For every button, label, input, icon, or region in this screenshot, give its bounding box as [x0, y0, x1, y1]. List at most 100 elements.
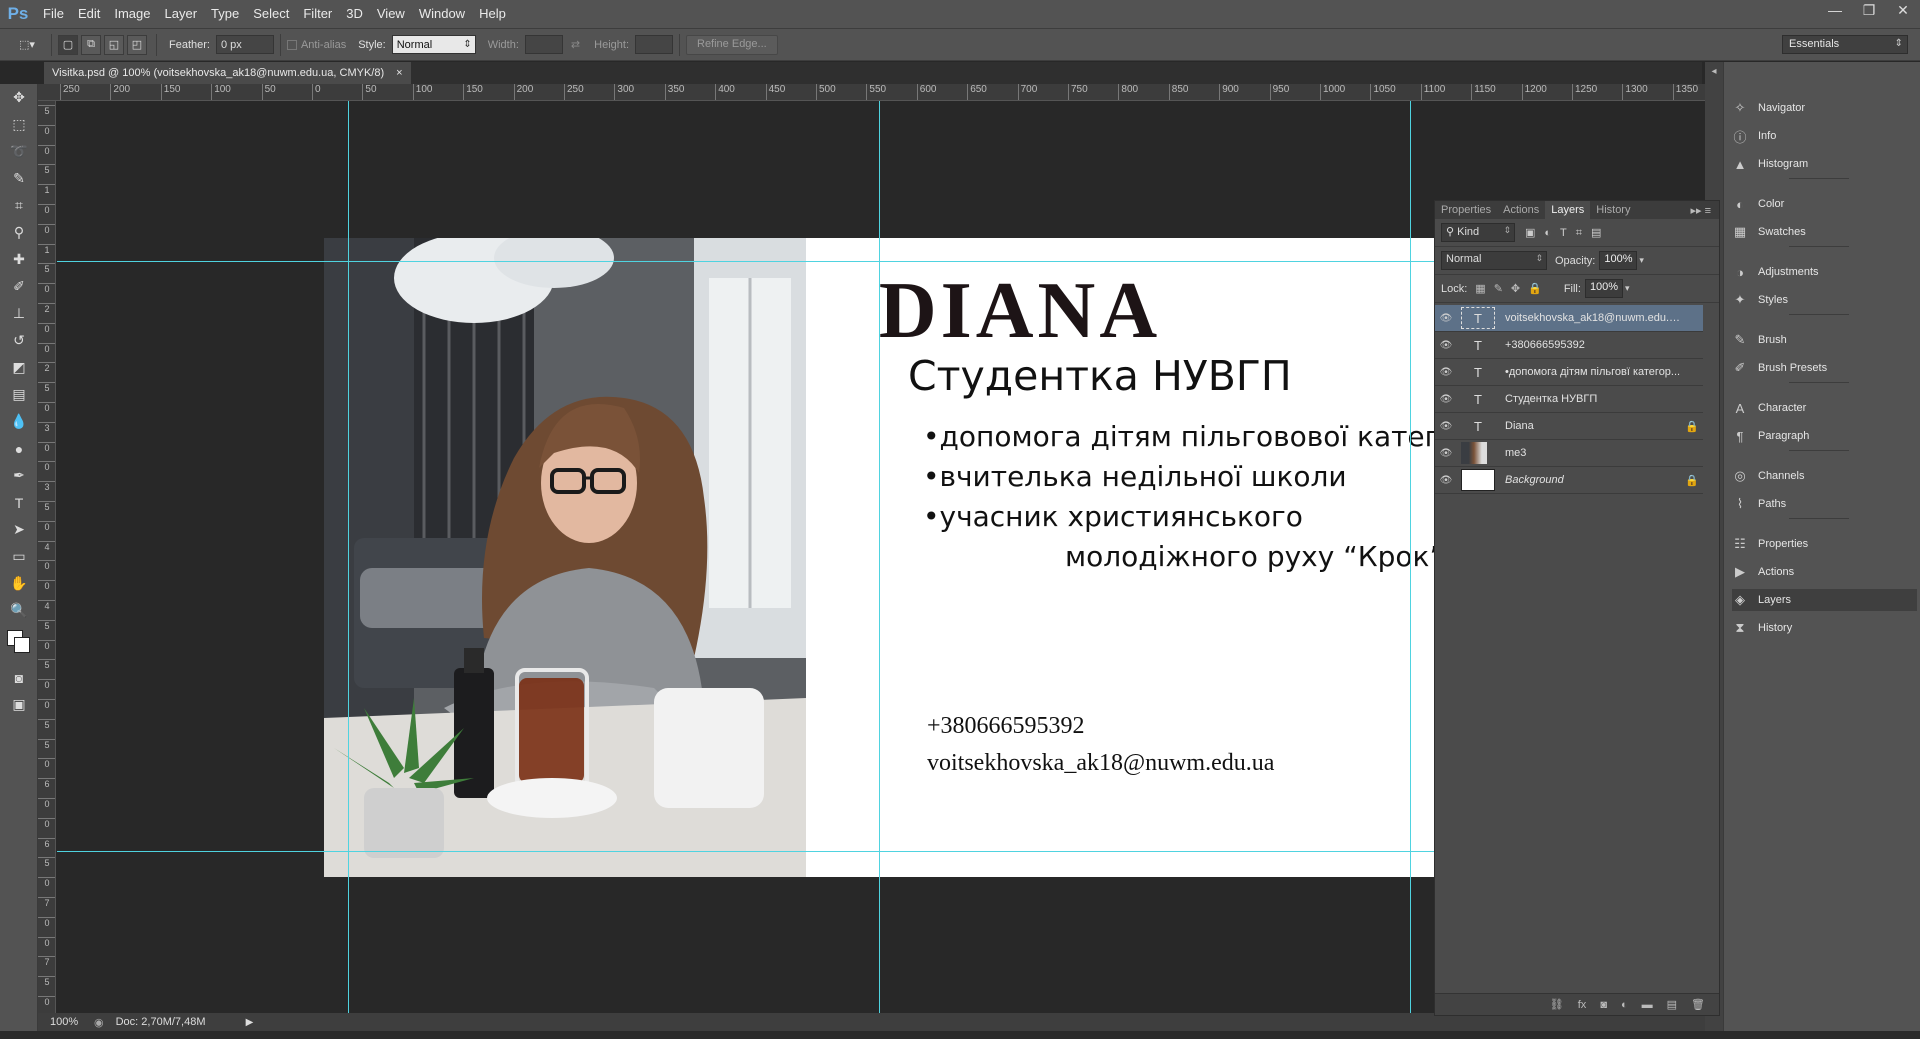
- dock-panel-histogram[interactable]: ▲ Histogram: [1732, 153, 1917, 175]
- dock-panel-brush[interactable]: ✎ Brush: [1732, 329, 1917, 351]
- panel-menu-icon[interactable]: ▸▸ ≡: [1690, 204, 1719, 217]
- zoom-icon[interactable]: 🔍: [0, 597, 38, 624]
- minimize-button[interactable]: —: [1818, 0, 1852, 20]
- status-info-icon[interactable]: ◉: [94, 1016, 104, 1029]
- menu-edit[interactable]: Edit: [71, 0, 107, 28]
- pen-icon[interactable]: ✒: [0, 462, 38, 489]
- dock-panel-color[interactable]: ◐ Color: [1732, 193, 1917, 215]
- add-mask-icon[interactable]: ◙: [1600, 999, 1607, 1011]
- lock-options-icons[interactable]: ▦✎✥🔒: [1475, 282, 1550, 295]
- height-input[interactable]: [635, 35, 673, 54]
- visibility-eye-icon[interactable]: 👁: [1435, 475, 1457, 486]
- guide-vertical[interactable]: [348, 101, 349, 1016]
- healing-brush-icon[interactable]: ✚: [0, 246, 38, 273]
- menu-file[interactable]: File: [36, 0, 71, 28]
- style-select[interactable]: Normal: [391, 35, 476, 54]
- intersect-selection-icon[interactable]: ◰: [127, 34, 147, 55]
- hand-icon[interactable]: ✋: [0, 570, 38, 597]
- dock-panel-layers[interactable]: ◈ Layers: [1732, 589, 1917, 611]
- move-tool-icon[interactable]: ✥: [0, 84, 38, 111]
- dock-panel-channels[interactable]: ◎ Channels: [1732, 465, 1917, 487]
- visibility-eye-icon[interactable]: 👁: [1435, 448, 1457, 459]
- layer-row[interactable]: 👁 T +380666595392: [1435, 332, 1703, 359]
- visibility-eye-icon[interactable]: 👁: [1435, 340, 1457, 351]
- filter-kind-select[interactable]: ⚲ Kind: [1441, 223, 1515, 242]
- crop-icon[interactable]: ⌗: [0, 192, 38, 219]
- opacity-input[interactable]: 100%: [1599, 251, 1638, 270]
- dock-panel-brush-presets[interactable]: ✐ Brush Presets: [1732, 357, 1917, 379]
- dock-panel-navigator[interactable]: ✧ Navigator: [1732, 97, 1917, 119]
- add-selection-icon[interactable]: ⧉: [81, 34, 101, 55]
- document-tab[interactable]: Visitka.psd @ 100% (voitsekhovska_ak18@n…: [44, 62, 411, 84]
- blend-mode-select[interactable]: Normal: [1441, 251, 1547, 270]
- rectangular-marquee-icon[interactable]: ⬚: [0, 111, 38, 138]
- dock-panel-swatches[interactable]: ▦ Swatches: [1732, 221, 1917, 243]
- history-brush-icon[interactable]: ↺: [0, 327, 38, 354]
- width-input[interactable]: [524, 35, 563, 54]
- tab-actions[interactable]: Actions: [1497, 201, 1545, 219]
- quick-selection-icon[interactable]: ✎: [0, 165, 38, 192]
- dock-panel-character[interactable]: A Character: [1732, 397, 1917, 419]
- menu-type[interactable]: Type: [204, 0, 246, 28]
- menu-3d[interactable]: 3D: [339, 0, 370, 28]
- feather-input[interactable]: 0 px: [215, 35, 274, 54]
- antialias-checkbox[interactable]: [286, 39, 297, 50]
- blur-icon[interactable]: 💧: [0, 408, 38, 435]
- dock-panel-paths[interactable]: ⌇ Paths: [1732, 493, 1917, 515]
- tab-properties[interactable]: Properties: [1435, 201, 1497, 219]
- dock-panel-actions[interactable]: ▶ Actions: [1732, 561, 1917, 583]
- visibility-eye-icon[interactable]: 👁: [1435, 421, 1457, 432]
- restore-button[interactable]: ❐: [1852, 0, 1886, 20]
- menu-help[interactable]: Help: [472, 0, 513, 28]
- subtract-selection-icon[interactable]: ◱: [104, 34, 124, 55]
- dock-panel-adjustments[interactable]: ◑ Adjustments: [1732, 261, 1917, 283]
- dock-panel-properties[interactable]: ☷ Properties: [1732, 533, 1917, 555]
- status-menu-arrow-icon[interactable]: ▶: [246, 1017, 254, 1028]
- workspace-select[interactable]: Essentials: [1782, 35, 1908, 54]
- rectangle-shape-icon[interactable]: ▭: [0, 543, 38, 570]
- menu-view[interactable]: View: [370, 0, 412, 28]
- menu-window[interactable]: Window: [412, 0, 472, 28]
- fill-dropdown-icon[interactable]: ▾: [1625, 283, 1630, 294]
- guide-vertical[interactable]: [879, 101, 880, 1016]
- menu-select[interactable]: Select: [246, 0, 296, 28]
- visibility-eye-icon[interactable]: 👁: [1435, 394, 1457, 405]
- eyedropper-icon[interactable]: ⚲: [0, 219, 38, 246]
- menu-filter[interactable]: Filter: [296, 0, 339, 28]
- opacity-dropdown-icon[interactable]: ▾: [1639, 255, 1644, 266]
- refine-edge-button[interactable]: Refine Edge...: [686, 34, 778, 55]
- tab-layers[interactable]: Layers: [1545, 201, 1591, 219]
- new-layer-icon[interactable]: ▤: [1667, 998, 1677, 1011]
- dock-panel-styles[interactable]: ✦ Styles: [1732, 289, 1917, 311]
- background-color-swatch[interactable]: [14, 637, 30, 653]
- filter-type-icons[interactable]: ▣◐T⌗▤: [1525, 226, 1610, 240]
- layer-row[interactable]: 👁 T Студентка НУВГП: [1435, 386, 1703, 413]
- tab-history[interactable]: History: [1590, 201, 1636, 219]
- type-tool-icon[interactable]: T: [0, 489, 38, 516]
- close-window-button[interactable]: ✕: [1886, 0, 1920, 20]
- link-layers-icon[interactable]: ⛓: [1550, 998, 1564, 1011]
- path-selection-icon[interactable]: ➤: [0, 516, 38, 543]
- new-selection-icon[interactable]: ▢: [58, 34, 78, 55]
- lasso-icon[interactable]: ➰: [0, 138, 38, 165]
- screen-mode-icon[interactable]: ▣: [0, 691, 38, 718]
- delete-layer-icon[interactable]: 🗑: [1691, 998, 1705, 1011]
- visibility-eye-icon[interactable]: 👁: [1435, 313, 1457, 324]
- marquee-tool-preset-icon[interactable]: ⬚▾: [12, 35, 42, 55]
- adjustment-layer-icon[interactable]: ◐: [1621, 999, 1628, 1011]
- eraser-icon[interactable]: ◩: [0, 354, 38, 381]
- layer-style-icon[interactable]: fx: [1578, 999, 1587, 1011]
- dock-panel-paragraph[interactable]: ¶ Paragraph: [1732, 425, 1917, 447]
- layer-row[interactable]: 👁 T Diana 🔒: [1435, 413, 1703, 440]
- layer-row[interactable]: 👁 T •допомога дітям пільговї категор...: [1435, 359, 1703, 386]
- fill-input[interactable]: 100%: [1584, 279, 1623, 298]
- zoom-level[interactable]: 100%: [50, 1016, 90, 1028]
- color-swatches[interactable]: [0, 624, 38, 664]
- quick-mask-icon[interactable]: ◙: [0, 664, 38, 691]
- gradient-icon[interactable]: ▤: [0, 381, 38, 408]
- dock-panel-history[interactable]: ⧗ History: [1732, 617, 1917, 639]
- swap-dimensions-icon[interactable]: ⇄: [571, 38, 580, 51]
- menu-layer[interactable]: Layer: [158, 0, 205, 28]
- layer-row[interactable]: 👁 Tvoitsekhovska_ak18@nuwm.edu.ua: [1435, 305, 1703, 332]
- visibility-eye-icon[interactable]: 👁: [1435, 367, 1457, 378]
